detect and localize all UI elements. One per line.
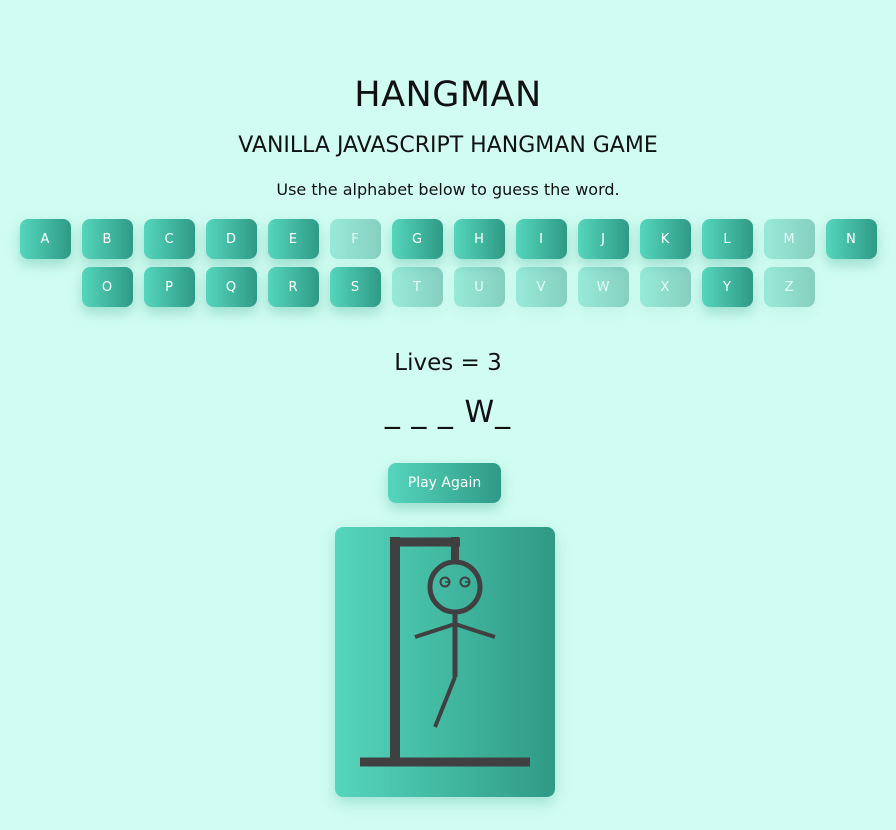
letter-key-x[interactable]: X	[639, 267, 691, 307]
letter-key-a[interactable]: A	[19, 219, 71, 259]
letter-key-g[interactable]: G	[391, 219, 443, 259]
lives-counter: Lives = 3	[394, 350, 502, 376]
letter-key-k[interactable]: K	[639, 219, 691, 259]
page-title: HANGMAN	[354, 75, 542, 115]
letter-key-b[interactable]: B	[81, 219, 133, 259]
letter-key-u[interactable]: U	[453, 267, 505, 307]
play-again-button[interactable]: Play Again	[388, 463, 501, 503]
letter-key-c[interactable]: C	[143, 219, 195, 259]
letter-key-l[interactable]: L	[701, 219, 753, 259]
hangman-page: HANGMAN VANILLA JAVASCRIPT HANGMAN GAME …	[0, 0, 896, 830]
hangman-head	[427, 559, 483, 615]
letter-key-o[interactable]: O	[81, 267, 133, 307]
alphabet-row-1: ABCDEFGHIJKLMN	[0, 219, 896, 259]
alphabet-row-2: OPQRSTUVWXYZ	[0, 267, 896, 307]
letter-key-i[interactable]: I	[515, 219, 567, 259]
letter-key-d[interactable]: D	[205, 219, 257, 259]
letter-key-j[interactable]: J	[577, 219, 629, 259]
letter-key-n[interactable]: N	[825, 219, 877, 259]
letter-key-h[interactable]: H	[453, 219, 505, 259]
hangman-drawing-card	[335, 527, 555, 797]
page-subtitle: VANILLA JAVASCRIPT HANGMAN GAME	[238, 133, 658, 158]
letter-key-p[interactable]: P	[143, 267, 195, 307]
letter-key-t[interactable]: T	[391, 267, 443, 307]
letter-key-q[interactable]: Q	[205, 267, 257, 307]
letter-key-m[interactable]: M	[763, 219, 815, 259]
letter-key-z[interactable]: Z	[763, 267, 815, 307]
letter-key-y[interactable]: Y	[701, 267, 753, 307]
word-display: _ _ _ W_	[384, 395, 512, 430]
letter-key-w[interactable]: W	[577, 267, 629, 307]
letter-key-e[interactable]: E	[267, 219, 319, 259]
letter-key-s[interactable]: S	[329, 267, 381, 307]
hangman-left-leg	[433, 676, 457, 728]
letter-key-f[interactable]: F	[329, 219, 381, 259]
letter-key-r[interactable]: R	[267, 267, 319, 307]
instructions-text: Use the alphabet below to guess the word…	[276, 180, 620, 199]
letter-key-v[interactable]: V	[515, 267, 567, 307]
hangman-drawing	[360, 537, 530, 767]
hangman-left-arm	[414, 622, 456, 639]
hangman-right-arm	[454, 622, 496, 639]
